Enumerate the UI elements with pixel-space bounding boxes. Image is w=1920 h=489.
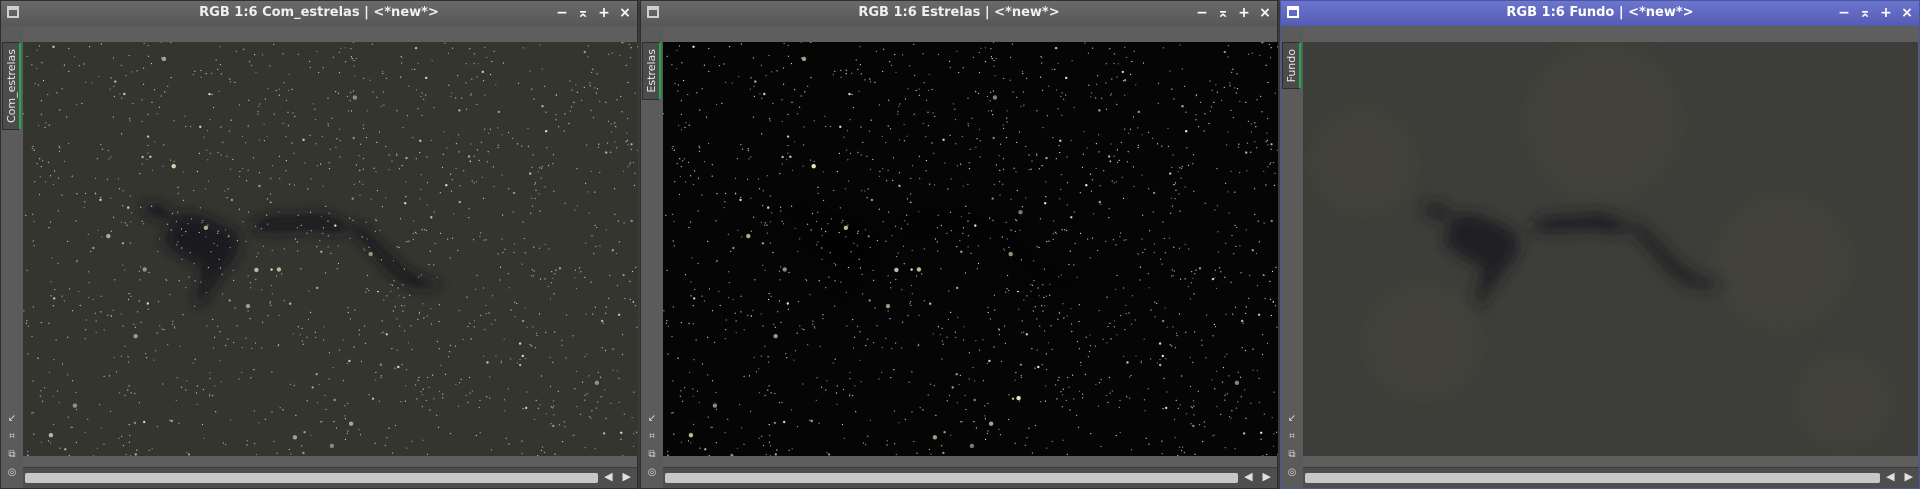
grid-icon[interactable]: ⌗ [5, 430, 19, 444]
view-sidebar: Estrelas ↙ ⌗ ⧉ ◎ [641, 26, 663, 488]
image-stars-only [663, 42, 1278, 456]
image-starless-background [1303, 42, 1918, 456]
image-viewport[interactable] [663, 42, 1278, 456]
maximize-icon[interactable]: + [1878, 4, 1894, 22]
clone-icon[interactable]: ⧉ [5, 448, 19, 462]
minimize-icon[interactable]: − [554, 4, 570, 22]
clone-icon[interactable]: ⧉ [1285, 448, 1299, 462]
scroll-right-icon[interactable]: ▶ [1263, 470, 1271, 483]
image-window-estrelas[interactable]: RGB 1:6 Estrelas | <*new*> − ⌅ + × Estre… [640, 0, 1278, 489]
maximize-icon[interactable]: + [596, 4, 612, 22]
scroll-thumb[interactable] [1305, 473, 1880, 483]
grid-icon[interactable]: ⌗ [1285, 430, 1299, 444]
close-icon[interactable]: × [1257, 4, 1273, 22]
image-stars-with-nebula [23, 42, 638, 456]
grid-icon[interactable]: ⌗ [645, 430, 659, 444]
clone-icon[interactable]: ⧉ [645, 448, 659, 462]
minimize-icon[interactable]: − [1836, 4, 1852, 22]
view-tab-estrelas[interactable]: Estrelas [642, 42, 661, 100]
image-window-com-estrelas[interactable]: RGB 1:6 Com_estrelas | <*new*> − ⌅ + × C… [0, 0, 638, 489]
horizontal-scrollbar[interactable]: ◀ ▶ [1303, 467, 1919, 488]
horizontal-scrollbar[interactable]: ◀ ▶ [23, 467, 637, 488]
shrink-icon[interactable]: ↙ [645, 412, 659, 426]
image-viewport[interactable] [1303, 42, 1918, 456]
image-viewport[interactable] [23, 42, 638, 456]
titlebar[interactable]: RGB 1:6 Estrelas | <*new*> − ⌅ + × [641, 1, 1277, 26]
close-icon[interactable]: × [1899, 4, 1915, 22]
titlebar-active[interactable]: RGB 1:6 Fundo | <*new*> − ⌅ + × [1281, 1, 1919, 26]
shrink-icon[interactable]: ↙ [1285, 412, 1299, 426]
workspace: RGB 1:6 Com_estrelas | <*new*> − ⌅ + × C… [0, 0, 1920, 489]
target-icon[interactable]: ◎ [645, 466, 659, 480]
view-tab-com-estrelas[interactable]: Com_estrelas [2, 42, 21, 131]
horizontal-scrollbar[interactable]: ◀ ▶ [663, 467, 1277, 488]
window-title: RGB 1:6 Com_estrelas | <*new*> [199, 5, 439, 20]
scroll-right-icon[interactable]: ▶ [1905, 470, 1913, 483]
minimize-icon[interactable]: − [1194, 4, 1210, 22]
window-title: RGB 1:6 Fundo | <*new*> [1506, 5, 1694, 20]
scroll-right-icon[interactable]: ▶ [623, 470, 631, 483]
scroll-left-icon[interactable]: ◀ [604, 470, 612, 483]
shade-icon[interactable]: ⌅ [1215, 4, 1231, 22]
scroll-left-icon[interactable]: ◀ [1244, 470, 1252, 483]
view-tab-fundo[interactable]: Fundo [1282, 42, 1301, 90]
shade-icon[interactable]: ⌅ [575, 4, 591, 22]
window-title: RGB 1:6 Estrelas | <*new*> [858, 5, 1060, 20]
view-tab-label: Estrelas [644, 49, 658, 93]
image-window-fundo[interactable]: RGB 1:6 Fundo | <*new*> − ⌅ + × Fundo ↙ … [1280, 0, 1920, 489]
maximize-icon[interactable]: + [1236, 4, 1252, 22]
close-icon[interactable]: × [617, 4, 633, 22]
view-tab-label: Fundo [1284, 49, 1298, 83]
target-icon[interactable]: ◎ [1285, 466, 1299, 480]
view-sidebar: Com_estrelas ↙ ⌗ ⧉ ◎ [1, 26, 23, 488]
view-tab-label: Com_estrelas [4, 49, 18, 124]
shade-icon[interactable]: ⌅ [1857, 4, 1873, 22]
scroll-left-icon[interactable]: ◀ [1886, 470, 1894, 483]
shrink-icon[interactable]: ↙ [5, 412, 19, 426]
titlebar[interactable]: RGB 1:6 Com_estrelas | <*new*> − ⌅ + × [1, 1, 637, 26]
scroll-thumb[interactable] [665, 473, 1238, 483]
scroll-thumb[interactable] [25, 473, 598, 483]
view-sidebar: Fundo ↙ ⌗ ⧉ ◎ [1281, 26, 1303, 488]
target-icon[interactable]: ◎ [5, 466, 19, 480]
